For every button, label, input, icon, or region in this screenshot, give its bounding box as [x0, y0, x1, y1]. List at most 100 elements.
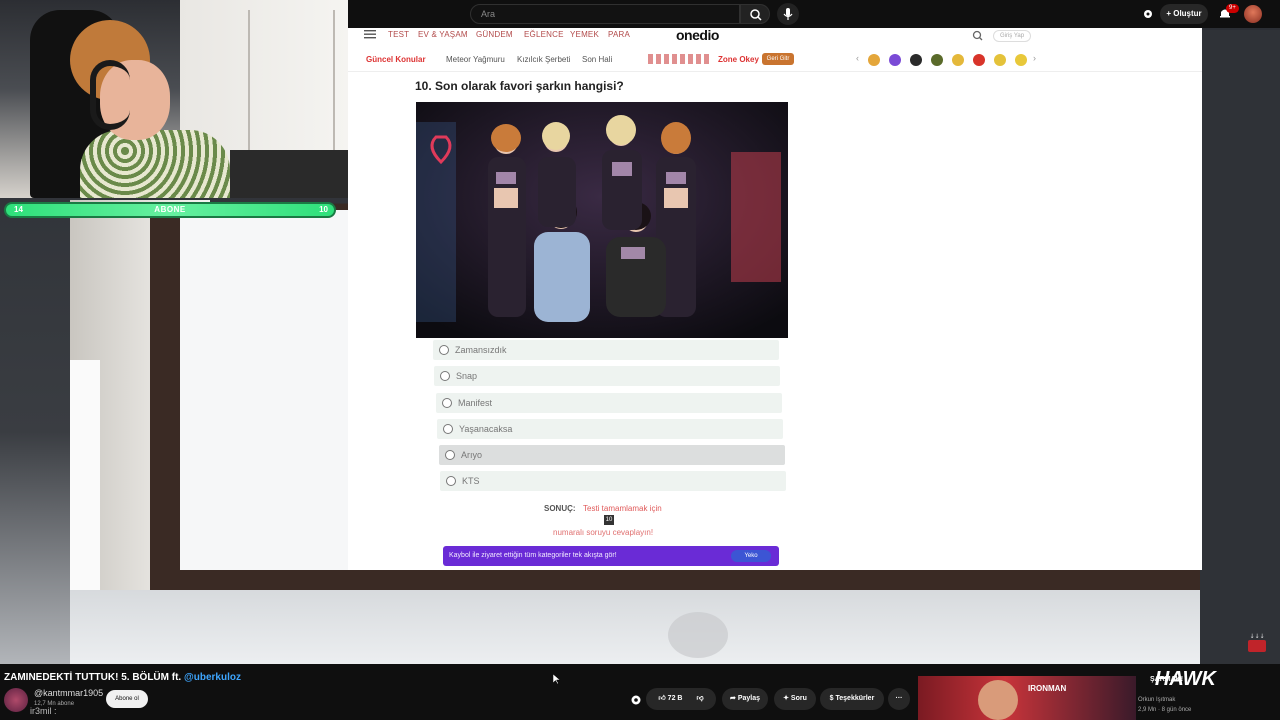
share-icon: ➦	[730, 695, 738, 702]
share-button[interactable]: ➦ Paylaş	[722, 688, 768, 710]
promo-badge[interactable]: Yeko	[731, 550, 771, 562]
current-topics-label: Güncel Konular	[366, 55, 426, 64]
zone-label[interactable]: Zone Okey	[718, 55, 759, 64]
emoji-reaction-icon[interactable]	[952, 54, 964, 66]
share-button-label: Paylaş	[737, 695, 760, 702]
result-message-continued[interactable]: numaralı soruyu cevaplayın!	[553, 528, 653, 537]
sidebar-video-meta: 2,9 Mn · 8 gün önce	[1138, 707, 1192, 713]
quiz-option[interactable]: KTS	[440, 471, 786, 491]
search-icon[interactable]	[972, 30, 983, 41]
topic-meteor[interactable]: Meteor Yağmuru	[446, 55, 505, 64]
option-label: Yaşanacaksa	[459, 424, 513, 434]
sidebar-video-title[interactable]: ŞARMAK!	[1150, 676, 1183, 683]
emoji-reaction-icon[interactable]	[973, 54, 985, 66]
radio-button[interactable]	[446, 476, 456, 486]
account-avatar[interactable]	[1244, 5, 1262, 23]
settings-icon[interactable]	[1142, 8, 1154, 20]
stream-widget-icon: ↓↓↓	[1248, 633, 1266, 652]
login-button[interactable]: Giriş Yap	[993, 30, 1031, 42]
search-input[interactable]: Ara	[470, 4, 740, 24]
nav-eglence[interactable]: EĞLENCE	[524, 30, 564, 39]
chevron-left-icon[interactable]: ‹	[856, 53, 859, 63]
result-label: SONUÇ:	[544, 504, 576, 513]
channel-name[interactable]: @kantmmar1905	[34, 688, 103, 698]
quiz-option[interactable]: Yaşanacaksa	[437, 419, 783, 439]
quiz-option[interactable]: Zamansızdık	[433, 340, 779, 360]
nav-test[interactable]: TEST	[388, 30, 409, 39]
chat-overlay-text: ir3mil :	[30, 706, 57, 716]
result-question-number: 10	[604, 515, 614, 525]
video-title: ZAMINEDEKTİ TUTTUK! 5. BÖLÜM ft. @uberku…	[4, 672, 241, 683]
quiz-option[interactable]: Snap	[434, 366, 780, 386]
option-label: Manifest	[458, 398, 493, 408]
onedio-page: TEST EV & YAŞAM GÜNDEM EĞLENCE YEMEK PAR…	[348, 27, 1202, 570]
thumbnail-text: IRONMAN	[1028, 684, 1067, 693]
right-wall	[1200, 30, 1280, 670]
emoji-reaction-icon[interactable]	[931, 54, 943, 66]
settings-gear-icon[interactable]	[630, 694, 642, 706]
microphone-icon	[783, 8, 793, 20]
topic-son-hali[interactable]: Son Hali	[582, 55, 612, 64]
thanks-button-label: Teşekkürler	[835, 695, 875, 702]
sparkle-icon: ✦	[783, 695, 791, 702]
video-info-bar: ZAMINEDEKTİ TUTTUK! 5. BÖLÜM ft. @uberku…	[0, 664, 1280, 720]
quiz-option[interactable]: Arıyo	[439, 445, 785, 465]
video-title-mention[interactable]: @uberkuloz	[184, 672, 241, 683]
radio-button[interactable]	[443, 424, 453, 434]
sidebar-video-channel[interactable]: Orkun Işıtmak	[1138, 697, 1175, 703]
option-label: KTS	[462, 476, 480, 486]
nav-ev-yasam[interactable]: EV & YAŞAM	[418, 30, 468, 39]
create-button-label: Oluştur	[1173, 9, 1202, 18]
radio-button[interactable]	[440, 371, 450, 381]
svg-text:↓↓↓: ↓↓↓	[1249, 633, 1264, 640]
promo-text: Kaybol ile ziyaret ettiğin tüm kategoril…	[449, 552, 617, 559]
thumbnail-face	[978, 680, 1018, 720]
mouse-cursor-icon	[553, 674, 561, 684]
notification-badge: 9+	[1226, 4, 1239, 13]
quiz-option[interactable]: Manifest	[436, 393, 782, 413]
topic-kizilcik[interactable]: Kızılcık Şerbeti	[517, 55, 570, 64]
onedio-logo[interactable]: onedio	[676, 27, 719, 43]
goal-target: 10	[319, 205, 328, 214]
hawk-logo: HAWK	[1120, 668, 1216, 698]
zone-button[interactable]: Geri Gitr	[762, 53, 794, 65]
webcam-overlay	[0, 0, 348, 198]
emoji-reaction-icon[interactable]	[1015, 54, 1027, 66]
emoji-reaction-icon[interactable]	[889, 54, 901, 66]
like-icon[interactable]: 👍︎	[658, 695, 667, 702]
radio-button[interactable]	[442, 398, 452, 408]
subscribe-button[interactable]: Abone ol	[106, 690, 148, 708]
hamburger-menu-icon[interactable]	[364, 29, 376, 39]
sidebar-video-thumbnail[interactable]: IRONMAN	[918, 676, 1136, 720]
monitor-stand	[668, 612, 728, 658]
like-dislike-group: 👍︎ 72 B 👎︎	[646, 688, 716, 710]
emoji-reaction-icon[interactable]	[868, 54, 880, 66]
nav-para[interactable]: PARA	[608, 30, 630, 39]
search-icon	[750, 9, 762, 21]
quiz-question: 10. Son olarak favori şarkın hangisi?	[415, 79, 624, 93]
more-actions-button[interactable]: ···	[888, 688, 910, 710]
like-count[interactable]: 72 B	[668, 695, 683, 702]
chevron-right-icon[interactable]: ›	[1033, 53, 1036, 63]
dislike-icon[interactable]: 👎︎	[696, 695, 703, 702]
thanks-button[interactable]: $ Teşekkürler	[820, 688, 884, 710]
create-button[interactable]: + Oluştur	[1160, 4, 1208, 24]
video-title-text: ZAMINEDEKTİ TUTTUK! 5. BÖLÜM ft.	[4, 672, 184, 683]
ask-button[interactable]: ✦ Soru	[774, 688, 816, 710]
emoji-reaction-icon[interactable]	[994, 54, 1006, 66]
promo-banner[interactable]: Kaybol ile ziyaret ettiğin tüm kategoril…	[443, 546, 779, 566]
radio-button[interactable]	[445, 450, 455, 460]
voice-search-button[interactable]	[777, 3, 799, 25]
onedio-secondary-nav: Güncel Konular Meteor Yağmuru Kızılcık Ş…	[348, 48, 1202, 72]
search-button[interactable]	[740, 4, 770, 24]
subscriber-goal-bar: ABONE 14 10	[4, 202, 336, 218]
tile-strip	[648, 54, 710, 64]
webcam-cabinet-door	[265, 10, 335, 160]
emoji-reaction-icon[interactable]	[910, 54, 922, 66]
nav-yemek[interactable]: YEMEK	[570, 30, 599, 39]
goal-current: 14	[14, 205, 23, 214]
result-message: Testi tamamlamak için	[583, 504, 662, 513]
radio-button[interactable]	[439, 345, 449, 355]
nav-gundem[interactable]: GÜNDEM	[476, 30, 513, 39]
channel-avatar[interactable]	[4, 688, 28, 712]
